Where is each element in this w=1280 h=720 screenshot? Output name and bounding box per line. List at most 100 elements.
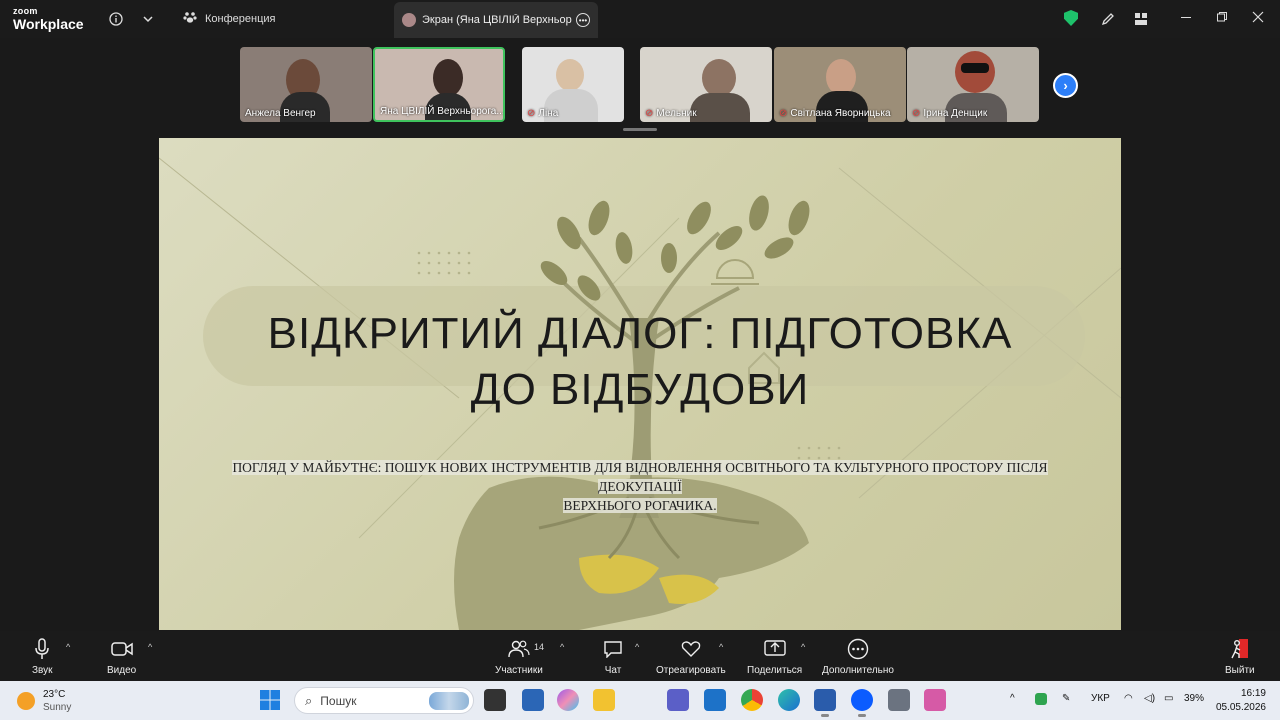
copilot-icon[interactable] [557, 689, 579, 711]
more-icon [847, 637, 869, 661]
leave-icon [1230, 637, 1250, 661]
participant-name: Анжела Венгер [245, 108, 316, 119]
zoom-app-icon[interactable] [851, 689, 873, 717]
participant-name: ⊘ Ліна [527, 108, 559, 119]
strip-resize-handle[interactable] [623, 128, 657, 131]
weather-widget[interactable]: 23°C Sunny [17, 688, 71, 714]
taskbar-search[interactable]: ⌕ Пошук [294, 687, 474, 714]
info-icon[interactable] [106, 9, 126, 29]
participant-tile[interactable]: Анжела Венгер [240, 47, 372, 122]
chevron-right-icon: › [1063, 78, 1068, 93]
share-label: Поделиться [747, 665, 803, 676]
windows-taskbar: 23°C Sunny ⌕ Пошук ^ ✎ УКР ◠ ◁) ▭ 39% 16… [0, 681, 1280, 720]
video-options-caret-icon[interactable]: ^ [148, 642, 152, 652]
windows-start-icon[interactable] [259, 689, 281, 711]
teams-icon[interactable] [667, 689, 689, 711]
search-icon: ⌕ [305, 692, 313, 708]
minimize-icon[interactable] [1180, 10, 1192, 26]
share-button[interactable]: Поделиться [747, 637, 802, 676]
tray-chevron-up-icon[interactable]: ^ [1010, 693, 1015, 704]
language-indicator[interactable]: УКР [1091, 693, 1110, 704]
chat-label: Чат [604, 665, 622, 676]
notepad-icon[interactable] [522, 689, 544, 711]
pencil-icon[interactable] [1098, 9, 1118, 29]
snipping-tool-icon[interactable] [924, 689, 946, 711]
participant-name: ⊘ Світлана Яворницька [779, 108, 891, 119]
camera-icon [110, 637, 133, 661]
mic-muted-icon: ⊘ [645, 108, 654, 119]
participant-name: ⊘ Ірина Денщик [912, 108, 988, 119]
file-explorer-icon[interactable] [593, 689, 615, 711]
wifi-icon[interactable]: ◠ [1124, 693, 1133, 704]
weather-temp: 23°C [43, 689, 66, 700]
chrome-icon[interactable] [741, 689, 763, 711]
clock-time: 16:19 [1240, 688, 1266, 699]
weather-condition: Sunny [43, 702, 72, 713]
participant-tile[interactable]: ⊘ Ірина Денщик [907, 47, 1039, 122]
logo-workplace-text: Workplace [13, 16, 84, 32]
word-icon[interactable] [814, 689, 836, 717]
clock-date: 05.05.2026 [1215, 702, 1266, 713]
search-highlight-image [429, 692, 469, 710]
leave-button[interactable]: Выйти [1225, 637, 1255, 676]
participant-name: Яна ЦВІЛІЙ Верхньорога... [380, 106, 505, 117]
participant-tile[interactable]: ⊘ Ліна [522, 47, 624, 122]
slide-subtitle-line-2: ВЕРХНЬОГО РОГАЧИКА. [563, 498, 717, 513]
outlook-icon[interactable] [704, 689, 726, 711]
close-icon[interactable] [1252, 10, 1264, 26]
participants-icon [508, 637, 530, 661]
edge-icon[interactable] [778, 689, 800, 711]
audio-label: Звук [32, 665, 53, 676]
share-screen-icon [763, 637, 786, 661]
participant-tile[interactable]: ⊘ Мельник [640, 47, 772, 122]
shield-icon[interactable] [1064, 10, 1078, 26]
participants-options-caret-icon[interactable]: ^ [560, 642, 564, 652]
logo-zoom-text: zoom [13, 6, 38, 16]
more-options-icon[interactable]: ••• [576, 13, 590, 27]
react-label: Отреагировать [656, 665, 726, 676]
zoom-logo: zoom Workplace [13, 6, 84, 32]
battery-percent: 39% [1184, 693, 1205, 704]
audio-button[interactable]: Звук [32, 637, 53, 676]
share-options-caret-icon[interactable]: ^ [801, 642, 805, 652]
meeting-menu[interactable]: Конференция [183, 10, 275, 27]
more-label: Дополнительно [822, 665, 894, 676]
security-tray-icon[interactable] [1035, 693, 1047, 705]
shared-screen-slide: ВІДКРИТИЙ ДІАЛОГ: ПІДГОТОВКА ДО ВІДБУДОВ… [159, 138, 1121, 630]
participants-count: 14 [534, 642, 545, 652]
restore-icon[interactable] [1216, 10, 1228, 26]
printer-icon[interactable] [888, 689, 910, 711]
mic-muted-icon: ⊘ [912, 108, 921, 119]
participant-tile-active[interactable]: Яна ЦВІЛІЙ Верхньорога... [373, 47, 505, 122]
participant-tile[interactable]: ⊘ Світлана Яворницька [774, 47, 906, 122]
slide-subtitle-line-1: ПОГЛЯД У МАЙБУТНЄ: ПОШУК НОВИХ ІНСТРУМЕН… [232, 460, 1048, 494]
task-view-icon[interactable] [484, 689, 506, 711]
chat-button[interactable]: Чат [603, 637, 623, 676]
chevron-down-icon[interactable] [138, 9, 158, 29]
react-button[interactable]: Отреагировать [656, 637, 726, 676]
title-bar: zoom Workplace Конференция Экран (Яна ЦВ… [0, 0, 1280, 38]
grid-icon[interactable] [1131, 9, 1151, 29]
screen-share-tab[interactable]: Экран (Яна ЦВІЛІЙ Верхньорога ••• [394, 2, 598, 38]
slide-title-line-1: ВІДКРИТИЙ ДІАЛОГ: ПІДГОТОВКА [267, 309, 1013, 358]
participant-name: ⊘ Мельник [645, 108, 697, 119]
volume-icon[interactable]: ◁) [1144, 693, 1155, 704]
react-options-caret-icon[interactable]: ^ [719, 642, 723, 652]
next-page-button[interactable]: › [1053, 73, 1078, 98]
meeting-label: Конференция [205, 12, 276, 25]
clock[interactable]: 16:19 05.05.2026 [1214, 687, 1266, 715]
slide-title: ВІДКРИТИЙ ДІАЛОГ: ПІДГОТОВКА ДО ВІДБУДОВ… [159, 306, 1121, 418]
search-placeholder: Пошук [320, 693, 357, 708]
chat-options-caret-icon[interactable]: ^ [635, 642, 639, 652]
more-button[interactable]: Дополнительно [822, 637, 894, 676]
meeting-toolbar: Звук ^ Видео ^ Участники 14 ^ Чат ^ Отре… [0, 631, 1280, 681]
slide-title-line-2: ДО ВІДБУДОВИ [470, 365, 810, 414]
audio-options-caret-icon[interactable]: ^ [66, 642, 70, 652]
sun-icon [17, 692, 35, 710]
participants-label: Участники [495, 665, 543, 676]
video-label: Видео [107, 665, 137, 676]
leave-label: Выйти [1225, 665, 1255, 676]
video-button[interactable]: Видео [107, 637, 136, 676]
pen-tray-icon[interactable]: ✎ [1062, 693, 1070, 704]
battery-icon[interactable]: ▭ [1164, 693, 1173, 704]
